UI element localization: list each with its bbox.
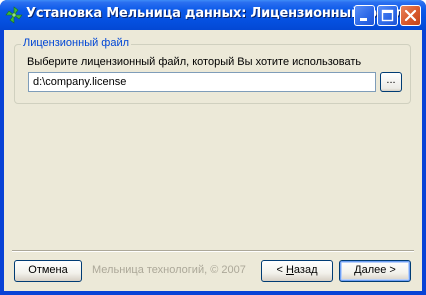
footer-separator bbox=[12, 250, 414, 252]
minimize-button[interactable] bbox=[354, 5, 375, 26]
close-button[interactable] bbox=[400, 5, 421, 26]
next-button[interactable]: Далее > bbox=[339, 260, 411, 282]
back-button[interactable]: < Назад bbox=[261, 260, 333, 282]
license-prompt-label: Выберите лицензионный файл, который Вы х… bbox=[27, 56, 362, 68]
close-icon bbox=[404, 9, 417, 22]
next-hotkey: Д bbox=[354, 264, 362, 276]
title-bar[interactable]: Установка Мельница данных: Лицензионный … bbox=[0, 0, 426, 30]
minimize-icon bbox=[360, 18, 367, 21]
cancel-button[interactable]: Отмена bbox=[14, 260, 82, 282]
maximize-icon bbox=[381, 9, 394, 22]
dialog-client-area: Лицензионный файл Выберите лицензионный … bbox=[4, 30, 422, 291]
next-rest: алее > bbox=[361, 264, 396, 276]
installer-window: Установка Мельница данных: Лицензионный … bbox=[0, 0, 426, 295]
back-prefix: < bbox=[276, 264, 286, 276]
license-path-input[interactable] bbox=[28, 72, 376, 92]
maximize-button[interactable] bbox=[377, 5, 398, 26]
copyright-text: Мельница технологий, © 2007 bbox=[92, 264, 246, 276]
group-title: Лицензионный файл bbox=[21, 37, 132, 49]
window-title: Установка Мельница данных: Лицензионный … bbox=[26, 6, 404, 21]
mill-app-icon bbox=[5, 6, 23, 24]
browse-button[interactable]: ... bbox=[380, 72, 402, 92]
back-hotkey: Н bbox=[285, 264, 294, 276]
back-rest: азад bbox=[293, 264, 318, 276]
